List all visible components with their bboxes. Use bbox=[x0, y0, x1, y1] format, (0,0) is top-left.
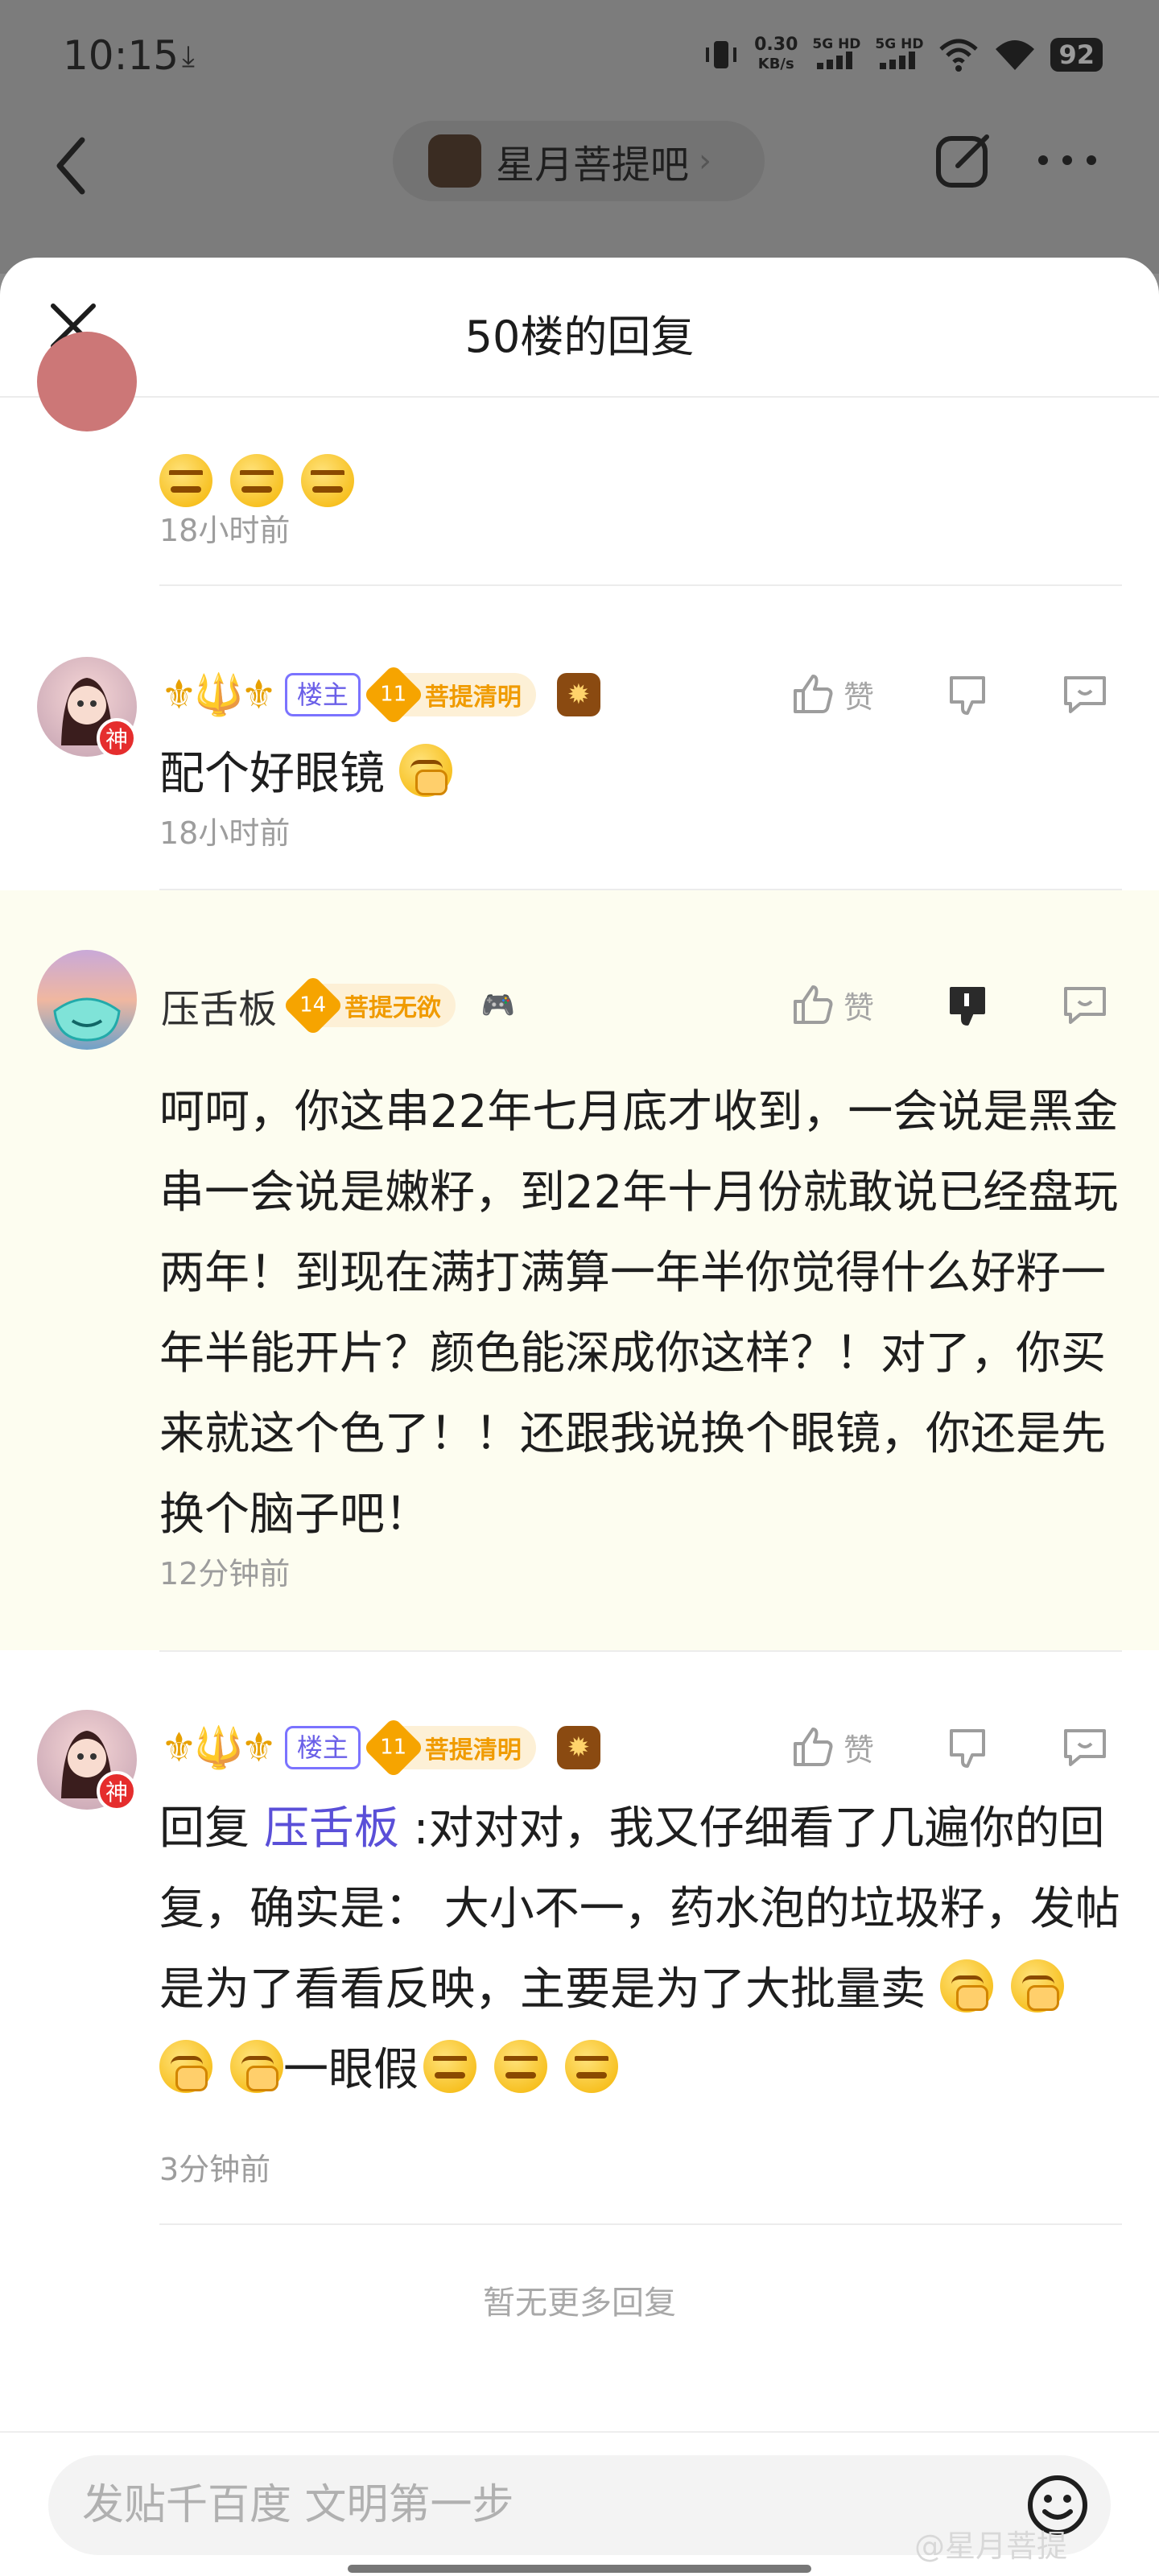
status-bar: 10:15 ⤓ 0.30 KB/s 5G HD 5G HD 92 bbox=[0, 0, 1159, 121]
level-number: 11 bbox=[362, 663, 425, 726]
reply-timestamp: 12分钟前 bbox=[159, 1556, 291, 1591]
reply-content bbox=[159, 444, 1125, 525]
god-badge: 神 bbox=[97, 1771, 137, 1811]
reply-content: 配个好眼镜 bbox=[159, 734, 1125, 815]
user-line: ⚜🔱⚜ 楼主 11 菩提清明 ✹ bbox=[161, 1716, 600, 1779]
reply-item: 神 ⚜🔱⚜ 楼主 11 菩提清明 ✹ 赞 回复 压舌板 :对对对，我又仔细看了几遍… bbox=[0, 1650, 1159, 2230]
thumbs-down-icon bbox=[950, 1729, 985, 1768]
reply-timestamp: 18小时前 bbox=[159, 513, 291, 548]
like-button[interactable]: 赞 bbox=[790, 671, 874, 716]
reply-input-bar: @星月菩提 bbox=[0, 2431, 1159, 2576]
home-indicator[interactable] bbox=[348, 2565, 811, 2573]
level-number: 11 bbox=[362, 1716, 425, 1779]
angry-emoji-icon bbox=[159, 454, 212, 507]
cover-mouth-emoji-icon bbox=[230, 2040, 283, 2093]
divider bbox=[159, 2223, 1122, 2225]
no-more-replies: 暂无更多回复 bbox=[483, 2285, 676, 2322]
owner-tag: 楼主 bbox=[284, 1726, 361, 1769]
download-arrow-icon: ⤓ bbox=[182, 40, 195, 73]
forum-chip[interactable]: 星月菩提吧 › bbox=[393, 121, 765, 201]
user-line: ⚜🔱⚜ 楼主 11 菩提清明 ✹ bbox=[161, 663, 600, 726]
wifi-icon bbox=[996, 40, 1035, 70]
status-icons: 0.30 KB/s 5G HD 5G HD 92 bbox=[703, 35, 1103, 74]
angry-emoji-icon bbox=[423, 2040, 476, 2093]
chevron-right-icon: › bbox=[699, 142, 712, 180]
thumbs-down-filled-icon bbox=[950, 987, 985, 1026]
reply-content: 回复 压舌板 :对对对，我又仔细看了几遍你的回复，确实是： 大小不一，药水泡的垃… bbox=[159, 1802, 1120, 2096]
battery-indicator: 92 bbox=[1050, 38, 1103, 72]
god-badge: 神 bbox=[97, 718, 137, 758]
level-name: 菩提清明 bbox=[424, 683, 522, 712]
reply-timestamp: 18小时前 bbox=[159, 815, 291, 851]
watermark: @星月菩提 bbox=[914, 2529, 1068, 2564]
angry-emoji-icon bbox=[301, 454, 354, 507]
divider bbox=[159, 584, 1122, 586]
share-edit-icon[interactable] bbox=[934, 130, 993, 190]
dislike-button[interactable] bbox=[947, 673, 992, 718]
forum-avatar bbox=[428, 134, 481, 188]
more-options-icon[interactable] bbox=[1037, 148, 1098, 172]
level-name: 菩提清明 bbox=[424, 1736, 522, 1765]
reply-item-highlighted: 压舌板 14 菩提无欲 🎮 赞 呵呵，你这串22年七月底才收到，一会说是黑金串一会… bbox=[0, 890, 1159, 1650]
reply-timestamp: 3分钟前 bbox=[159, 2152, 271, 2187]
level-badge[interactable]: 11 菩提清明 bbox=[362, 1716, 536, 1779]
avatar[interactable] bbox=[37, 950, 137, 1050]
avatar[interactable] bbox=[37, 332, 137, 431]
medal-icon[interactable]: ✹ bbox=[556, 673, 600, 716]
signal-bars-icon bbox=[817, 52, 853, 69]
user-badge-icons[interactable]: ⚜🔱⚜ bbox=[161, 671, 277, 719]
comment-icon bbox=[1064, 987, 1106, 1024]
comment-button[interactable] bbox=[1061, 671, 1109, 716]
avatar-mask-icon bbox=[53, 997, 121, 1042]
thumbs-down-icon bbox=[950, 676, 985, 715]
level-badge[interactable]: 11 菩提清明 bbox=[362, 663, 536, 726]
net-speed: 0.30 KB/s bbox=[754, 35, 798, 73]
divider bbox=[159, 1650, 1122, 1652]
angry-emoji-icon bbox=[494, 2040, 547, 2093]
background-page: 10:15 ⤓ 0.30 KB/s 5G HD 5G HD 92 星月菩提吧 › bbox=[0, 0, 1159, 274]
user-badge-icons[interactable]: ⚜🔱⚜ bbox=[161, 1724, 277, 1772]
cover-mouth-emoji-icon bbox=[939, 1959, 993, 2013]
username[interactable]: 压舌板 bbox=[161, 977, 277, 1034]
angry-emoji-icon bbox=[565, 2040, 618, 2093]
reply-input[interactable] bbox=[82, 2455, 967, 2555]
gamepad-medal-icon[interactable]: 🎮 bbox=[476, 984, 520, 1027]
user-line: 压舌板 14 菩提无欲 🎮 bbox=[161, 974, 520, 1037]
owner-tag: 楼主 bbox=[284, 673, 361, 716]
top-nav: 星月菩提吧 › bbox=[0, 121, 1159, 217]
comment-icon bbox=[1064, 676, 1106, 713]
sheet-header: 50楼的回复 bbox=[0, 258, 1159, 398]
back-arrow-icon[interactable] bbox=[48, 129, 97, 201]
like-button[interactable]: 赞 bbox=[790, 982, 874, 1027]
angry-emoji-icon bbox=[230, 454, 283, 507]
thumbs-up-icon bbox=[794, 675, 833, 713]
mention-link[interactable]: 压舌板 bbox=[264, 1802, 399, 1855]
dislike-button-active[interactable] bbox=[947, 984, 992, 1029]
medal-icon[interactable]: ✹ bbox=[556, 1726, 600, 1769]
reply-content: 呵呵，你这串22年七月底才收到，一会说是黑金串一会说是嫩籽，到22年十月份就敢说… bbox=[159, 1086, 1119, 1541]
thumbs-up-icon bbox=[794, 1728, 833, 1766]
level-name: 菩提无欲 bbox=[344, 994, 442, 1022]
vibrate-icon bbox=[706, 41, 737, 68]
like-button[interactable]: 赞 bbox=[790, 1724, 874, 1769]
thumbs-up-icon bbox=[794, 985, 833, 1024]
signal-bars-icon bbox=[880, 52, 916, 69]
level-badge[interactable]: 14 菩提无欲 bbox=[282, 974, 456, 1037]
forum-name: 星月菩提吧 bbox=[496, 142, 690, 188]
status-time: 10:15 bbox=[63, 32, 179, 79]
comment-icon bbox=[1064, 1729, 1106, 1766]
hotspot-icon bbox=[939, 39, 979, 72]
comment-button[interactable] bbox=[1061, 982, 1109, 1027]
comment-button[interactable] bbox=[1061, 1724, 1109, 1769]
sheet-title: 50楼的回复 bbox=[464, 312, 695, 362]
cover-mouth-emoji-icon bbox=[1010, 1959, 1064, 2013]
dislike-button[interactable] bbox=[947, 1726, 992, 1771]
replies-sheet: 50楼的回复 18小时前 神 ⚜🔱⚜ 楼主 11 菩提清明 ✹ 赞 配个好眼镜 … bbox=[0, 258, 1159, 2576]
signal-2: 5G HD bbox=[875, 37, 923, 72]
cover-mouth-emoji-icon bbox=[398, 744, 452, 797]
level-number: 14 bbox=[282, 974, 344, 1037]
reply-prefix: 回复 bbox=[159, 1802, 250, 1855]
cover-mouth-emoji-icon bbox=[159, 2040, 212, 2093]
signal-1: 5G HD bbox=[812, 37, 860, 72]
